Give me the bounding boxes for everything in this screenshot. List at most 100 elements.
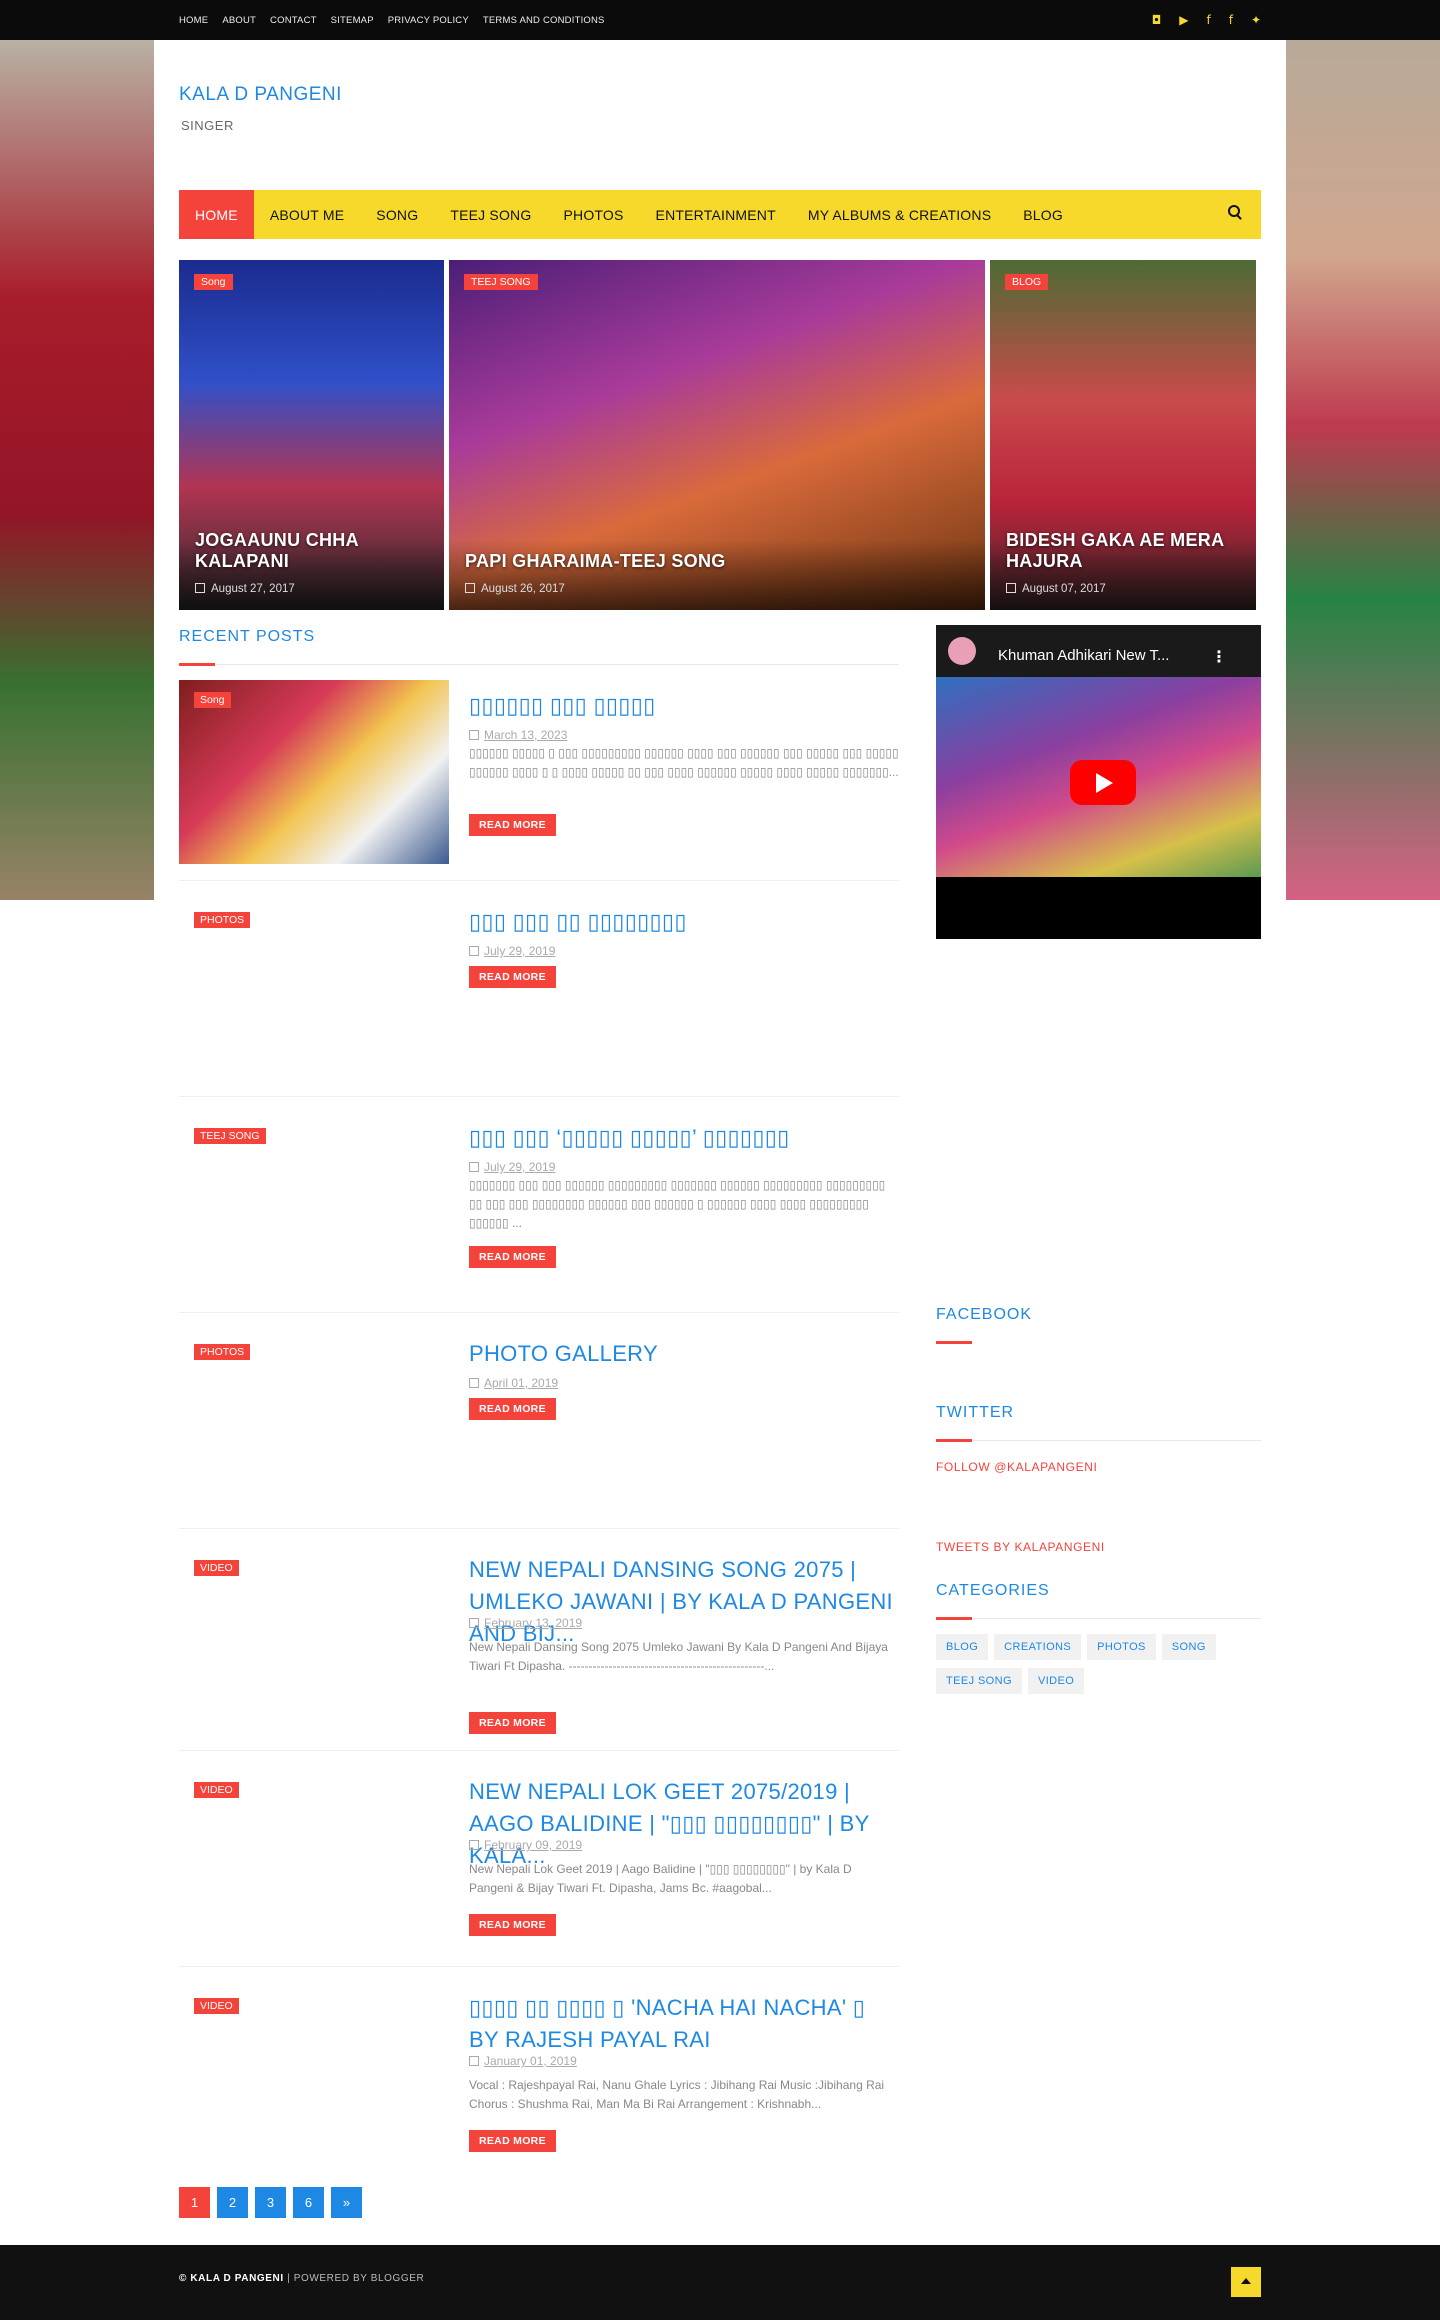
post-excerpt: Vocal : Rajeshpayal Rai, Nanu Ghale Lyri… bbox=[469, 2078, 885, 2111]
page-link[interactable]: 6 bbox=[293, 2187, 324, 2218]
search-icon[interactable] bbox=[1227, 204, 1243, 220]
nav-blog[interactable]: BLOG bbox=[1007, 190, 1079, 239]
categories-heading: CATEGORIES bbox=[936, 1582, 1050, 1599]
nav-song[interactable]: SONG bbox=[360, 190, 434, 239]
featured-title[interactable]: JOGAAUNU CHHA KALAPANI bbox=[195, 530, 444, 572]
facebook-heading: FACEBOOK bbox=[936, 1306, 1033, 1323]
post-title[interactable]: NEW NEPALI DANSING SONG 2075 | UMLEKO JA… bbox=[469, 1554, 899, 1650]
read-more-button[interactable]: READ MORE bbox=[469, 966, 556, 988]
nav-teej-song[interactable]: TEEJ SONG bbox=[434, 190, 547, 239]
featured-title[interactable]: BIDESH GAKA AE MERA HAJURA bbox=[1006, 530, 1256, 572]
nav-albums-creations[interactable]: MY ALBUMS & CREATIONS bbox=[792, 190, 1007, 239]
read-more-button[interactable]: READ MORE bbox=[469, 1398, 556, 1420]
featured-label[interactable]: Song bbox=[194, 274, 233, 290]
post-date: February 13, 2019 bbox=[469, 1616, 582, 1630]
top-nav-privacy[interactable]: PRIVACY POLICY bbox=[388, 15, 469, 26]
category-tag[interactable]: TEEJ SONG bbox=[936, 1668, 1022, 1694]
facebook-icon[interactable]: f bbox=[1206, 13, 1210, 27]
top-nav-home[interactable]: HOME bbox=[179, 15, 208, 26]
featured-post[interactable]: TEEJ SONG PAPI GHARAIMA-TEEJ SONG August… bbox=[449, 260, 985, 610]
featured-date: August 27, 2017 bbox=[195, 583, 295, 595]
post-label[interactable]: VIDEO bbox=[194, 1998, 239, 2014]
post-title[interactable]: PHOTO GALLERY bbox=[469, 1338, 899, 1370]
post-title[interactable]: NEW NEPALI LOK GEET 2075/2019 | AAGO BAL… bbox=[469, 1776, 899, 1872]
post-item: VIDEO NEW NEPALI DANSING SONG 2075 | UML… bbox=[179, 1544, 899, 1751]
play-icon[interactable] bbox=[1070, 760, 1136, 805]
nav-home[interactable]: HOME bbox=[179, 190, 254, 239]
post-title[interactable]: ▯▯▯▯▯▯ ▯▯▯ ▯▯▯▯▯ bbox=[469, 690, 899, 722]
category-tag[interactable]: SONG bbox=[1161, 1634, 1216, 1660]
top-nav-about[interactable]: ABOUT bbox=[222, 15, 256, 26]
nav-entertainment[interactable]: ENTERTAINMENT bbox=[640, 190, 792, 239]
top-nav-sitemap[interactable]: SITEMAP bbox=[331, 15, 374, 26]
nav-photos[interactable]: PHOTOS bbox=[547, 190, 639, 239]
post-divider bbox=[179, 880, 899, 881]
post-date: March 13, 2023 bbox=[469, 728, 567, 742]
post-date: February 09, 2019 bbox=[469, 1838, 582, 1852]
post-divider bbox=[179, 1096, 899, 1097]
facebook-icon[interactable]: f bbox=[1229, 13, 1233, 27]
featured-label[interactable]: BLOG bbox=[1005, 274, 1049, 290]
next-page-button[interactable]: » bbox=[331, 2187, 362, 2218]
top-nav-terms[interactable]: TERMS AND CONDITIONS bbox=[483, 15, 605, 26]
avatar[interactable] bbox=[948, 637, 976, 665]
featured-post[interactable]: Song JOGAAUNU CHHA KALAPANI August 27, 2… bbox=[179, 260, 444, 610]
twitter-follow-link[interactable]: FOLLOW @KALAPANGENI bbox=[936, 1460, 1097, 1474]
top-nav-contact[interactable]: CONTACT bbox=[270, 15, 317, 26]
post-item: Song ▯▯▯▯▯▯ ▯▯▯ ▯▯▯▯▯ March 13, 2023 ▯▯▯… bbox=[179, 680, 899, 881]
nav-about-me[interactable]: ABOUT ME bbox=[254, 190, 360, 239]
post-divider bbox=[179, 1312, 899, 1313]
category-tag[interactable]: PHOTOS bbox=[1087, 1634, 1156, 1660]
youtube-embed[interactable]: Khuman Adhikari New T... ⋮ bbox=[936, 625, 1261, 939]
page-link[interactable]: 3 bbox=[255, 2187, 286, 2218]
category-tag[interactable]: VIDEO bbox=[1027, 1668, 1085, 1694]
post-date: July 29, 2019 bbox=[469, 944, 555, 958]
category-tag[interactable]: CREATIONS bbox=[994, 1634, 1082, 1660]
site-title[interactable]: KALA D PANGENI bbox=[179, 84, 342, 106]
read-more-button[interactable]: READ MORE bbox=[469, 1246, 556, 1268]
post-divider bbox=[179, 1966, 899, 1967]
post-date: January 01, 2019 bbox=[469, 2054, 577, 2068]
video-title[interactable]: Khuman Adhikari New T... bbox=[998, 647, 1169, 664]
twitter-icon[interactable]: ✦ bbox=[1251, 13, 1261, 27]
section-rule bbox=[936, 1439, 1261, 1442]
post-label[interactable]: PHOTOS bbox=[194, 1344, 251, 1360]
featured-label[interactable]: TEEJ SONG bbox=[464, 274, 538, 290]
recent-posts-heading: RECENT POSTS bbox=[179, 628, 316, 645]
category-tag[interactable]: BLOG bbox=[936, 1634, 989, 1660]
social-links: ◘ ▶ f f ✦ bbox=[1152, 0, 1261, 40]
post-date: April 01, 2019 bbox=[469, 1376, 558, 1390]
post-label[interactable]: VIDEO bbox=[194, 1560, 239, 1576]
post-title[interactable]: ▯▯▯ ▯▯▯ ▯▯ ▯▯▯▯▯▯▯▯ bbox=[469, 906, 899, 938]
featured-title[interactable]: PAPI GHARAIMA-TEEJ SONG bbox=[465, 551, 726, 572]
instagram-icon[interactable]: ◘ bbox=[1152, 13, 1162, 27]
twitter-timeline-link[interactable]: TWEETS BY KALAPANGENI bbox=[936, 1540, 1105, 1554]
post-label[interactable]: VIDEO bbox=[194, 1782, 239, 1798]
post-label[interactable]: Song bbox=[194, 692, 231, 708]
youtube-icon[interactable]: ▶ bbox=[1179, 13, 1188, 27]
top-bar: HOME ABOUT CONTACT SITEMAP PRIVACY POLIC… bbox=[0, 0, 1440, 40]
post-excerpt: ▯▯▯▯▯▯ ▯▯▯▯▯ ▯ ▯▯▯ ▯▯▯▯▯▯▯▯▯ ▯▯▯▯▯▯ ▯▯▯▯… bbox=[469, 746, 899, 779]
site-tagline: SINGER bbox=[181, 118, 234, 133]
featured-date: August 26, 2017 bbox=[465, 583, 565, 595]
post-title[interactable]: ▯▯▯▯ ▯▯ ▯▯▯▯ ▯ 'NACHA HAI NACHA' ▯ BY RA… bbox=[469, 1992, 899, 2056]
post-title[interactable]: ▯▯▯ ▯▯▯ ‘▯▯▯▯▯ ▯▯▯▯▯’ ▯▯▯▯▯▯▯ bbox=[469, 1122, 899, 1154]
post-item: VIDEO NEW NEPALI LOK GEET 2075/2019 | AA… bbox=[179, 1766, 899, 1967]
more-options-icon[interactable]: ⋮ bbox=[1211, 647, 1227, 666]
read-more-button[interactable]: READ MORE bbox=[469, 1914, 556, 1936]
post-divider bbox=[179, 1528, 899, 1529]
footer-copyright[interactable]: © KALA D PANGENI bbox=[179, 2273, 284, 2284]
pagination: 1 2 3 6 » bbox=[179, 2187, 362, 2218]
page-link[interactable]: 2 bbox=[217, 2187, 248, 2218]
back-to-top-button[interactable] bbox=[1231, 2267, 1261, 2297]
post-label[interactable]: PHOTOS bbox=[194, 912, 251, 928]
top-nav: HOME ABOUT CONTACT SITEMAP PRIVACY POLIC… bbox=[179, 0, 605, 40]
featured-post[interactable]: BLOG BIDESH GAKA AE MERA HAJURA August 0… bbox=[990, 260, 1256, 610]
post-label[interactable]: TEEJ SONG bbox=[194, 1128, 266, 1144]
read-more-button[interactable]: READ MORE bbox=[469, 1712, 556, 1734]
read-more-button[interactable]: READ MORE bbox=[469, 2130, 556, 2152]
post-item: PHOTOS ▯▯▯ ▯▯▯ ▯▯ ▯▯▯▯▯▯▯▯ July 29, 2019… bbox=[179, 896, 899, 1097]
post-excerpt: New Nepali Dansing Song 2075 Umleko Jawa… bbox=[469, 1640, 888, 1673]
read-more-button[interactable]: READ MORE bbox=[469, 814, 556, 836]
page-current[interactable]: 1 bbox=[179, 2187, 210, 2218]
